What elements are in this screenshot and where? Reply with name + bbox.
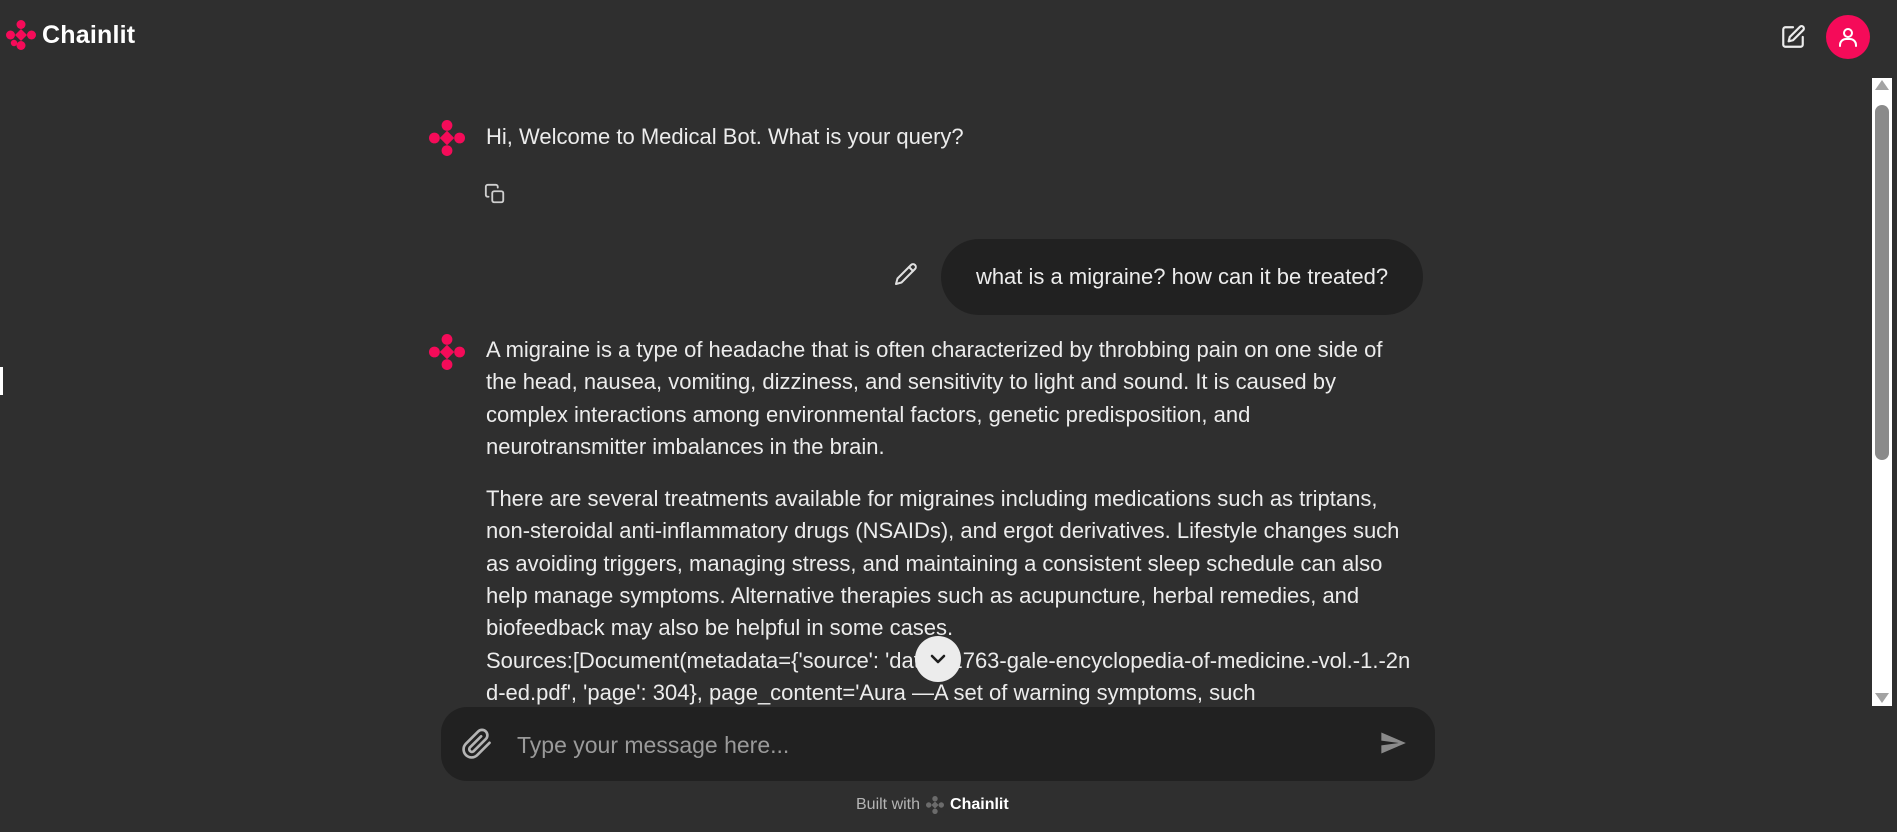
scrollbar-thumb[interactable] bbox=[1875, 105, 1889, 460]
edit-message-button[interactable] bbox=[894, 262, 922, 290]
send-button[interactable] bbox=[1379, 729, 1411, 761]
chainlit-mark-icon bbox=[926, 796, 945, 814]
pencil-icon bbox=[895, 263, 917, 285]
copy-button[interactable] bbox=[484, 183, 510, 209]
paperclip-icon bbox=[462, 728, 491, 759]
message-input[interactable] bbox=[515, 726, 1369, 764]
send-icon bbox=[1381, 732, 1406, 754]
built-with-label: Built with bbox=[856, 796, 921, 813]
user-message-text: what is a migraine? how can it be treate… bbox=[975, 264, 1389, 289]
footer-brand-link[interactable]: Chainlit bbox=[950, 796, 1009, 814]
scroll-down-arrow-icon[interactable] bbox=[1875, 693, 1889, 703]
assistant-avatar bbox=[429, 120, 465, 161]
chat-scrollbar[interactable] bbox=[1872, 78, 1892, 706]
top-bar: Chainlit bbox=[0, 0, 1897, 72]
chainlit-logo-icon bbox=[6, 20, 36, 50]
footer: Built with Chainlit bbox=[856, 794, 1009, 816]
chat-messages: Hi, Welcome to Medical Bot. What is your… bbox=[0, 72, 1872, 706]
scroll-to-bottom-button[interactable] bbox=[915, 636, 961, 682]
chainlit-avatar-icon bbox=[429, 334, 465, 370]
chainlit-avatar-icon bbox=[429, 120, 465, 156]
user-icon bbox=[1839, 28, 1857, 47]
brand-name: Chainlit bbox=[42, 20, 136, 49]
assistant-avatar bbox=[429, 334, 465, 375]
chainlit-logo[interactable]: Chainlit bbox=[6, 20, 135, 50]
message-composer bbox=[441, 707, 1435, 781]
copy-icon bbox=[484, 183, 505, 204]
assistant-message-text: Hi, Welcome to Medical Bot. What is your… bbox=[486, 124, 964, 149]
answer-paragraph: There are several treatments available f… bbox=[486, 486, 1400, 641]
new-chat-button[interactable] bbox=[1778, 22, 1808, 52]
answer-paragraph: A migraine is a type of headache that is… bbox=[486, 337, 1383, 459]
user-message-bubble: what is a migraine? how can it be treate… bbox=[941, 239, 1423, 315]
edit-square-icon bbox=[1782, 25, 1805, 48]
chevron-down-icon bbox=[930, 654, 946, 664]
user-menu-button[interactable] bbox=[1826, 15, 1870, 59]
scroll-up-arrow-icon[interactable] bbox=[1875, 80, 1889, 90]
attach-file-button[interactable] bbox=[461, 728, 495, 762]
